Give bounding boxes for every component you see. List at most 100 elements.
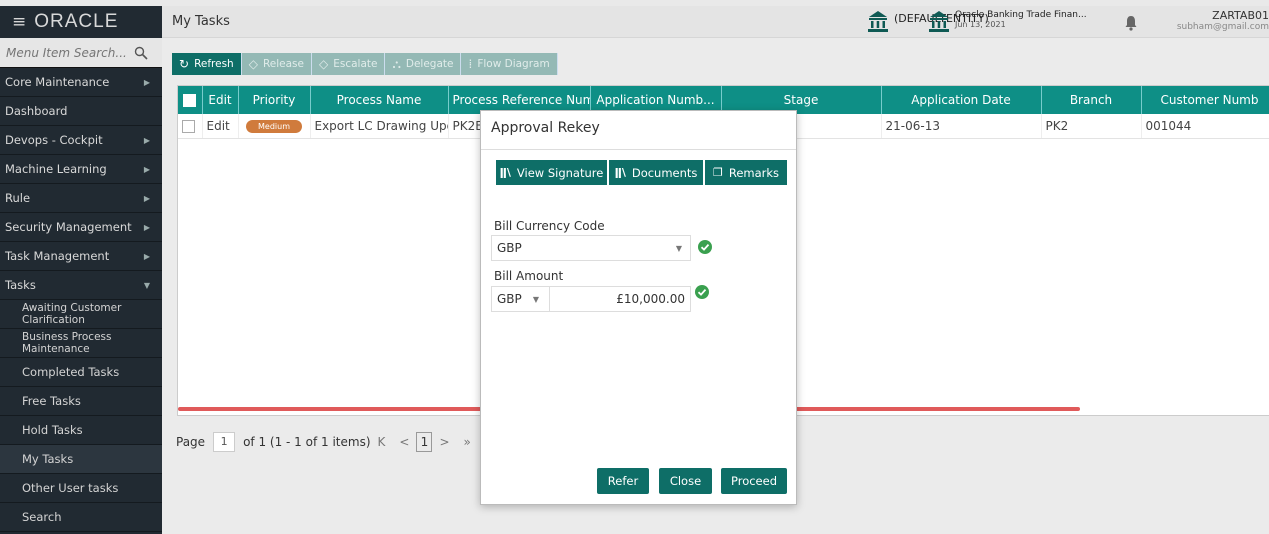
select-all-checkbox[interactable] (178, 86, 203, 114)
user-menu[interactable]: ZARTAB01 subham@gmail.com (1149, 9, 1269, 32)
page-of: of 1 (243, 435, 267, 449)
bill-currency-value: GBP (497, 241, 522, 255)
dropdown-caret-icon: ▼ (675, 243, 682, 253)
release-button[interactable]: ◇ Release (241, 53, 312, 75)
refer-button[interactable]: Refer (597, 468, 649, 494)
chevron-right-icon: ▶ (143, 135, 150, 145)
page-title: My Tasks (172, 14, 230, 29)
sidebar-item-tasks[interactable]: Tasks ▼ (0, 271, 162, 300)
col-header-process-name[interactable]: Process Name (310, 86, 449, 114)
documents-button[interactable]: ǁ\ Documents (609, 160, 703, 185)
valid-check-icon (695, 285, 709, 299)
bill-amount-field: GBP ▼ £10,000.00 (491, 286, 691, 312)
chevron-right-icon: ▶ (143, 77, 150, 87)
view-signature-button[interactable]: ǁ\ View Signature (496, 160, 607, 185)
bank-icon (868, 11, 888, 32)
sidebar-item-devops-cockpit[interactable]: Devops - Cockpit ▶ (0, 126, 162, 155)
prev-page-icon[interactable]: < (399, 435, 409, 449)
library-icon: ǁ\ (614, 166, 626, 179)
col-header-edit[interactable]: Edit (202, 86, 239, 114)
task-toolbar: ↻ Refresh ◇ Release ◇ Escalate ⛬ Delegate ⁞ F… (172, 53, 558, 75)
bill-amount-input[interactable]: £10,000.00 (550, 287, 690, 311)
application-date-cell: 21-06-13 (881, 114, 1042, 139)
flow-diagram-button[interactable]: ⁞ Flow Diagram (461, 53, 558, 75)
edit-link[interactable]: Edit (202, 114, 239, 139)
bell-icon[interactable] (1124, 15, 1138, 31)
oracle-logo: ORACLE (34, 11, 119, 32)
chevron-down-icon: ▼ (143, 280, 150, 290)
escalate-button[interactable]: ◇ Escalate (311, 53, 386, 75)
user-email: subham@gmail.com (1176, 22, 1269, 32)
search-icon[interactable] (134, 46, 148, 60)
dialog-title: Approval Rekey (491, 120, 600, 136)
priority-cell: Medium (238, 114, 311, 139)
chevron-right-icon: ▶ (143, 193, 150, 203)
sidebar-subitem-other-user-tasks[interactable]: Other User tasks (0, 474, 162, 503)
customer-number-cell: 001044 (1141, 114, 1269, 139)
col-header-priority[interactable]: Priority (238, 86, 311, 114)
sidebar-item-rule[interactable]: Rule ▶ (0, 184, 162, 213)
sidebar-subitem-search[interactable]: Search (0, 503, 162, 532)
dialog-tabs: ǁ\ View Signature ǁ\ Documents ❐ Remarks (496, 160, 789, 185)
bill-currency-label: Bill Currency Code (494, 219, 605, 233)
bank-icon (929, 11, 949, 32)
close-button[interactable]: Close (659, 468, 712, 494)
priority-badge: Medium (246, 120, 302, 134)
row-checkbox[interactable] (178, 114, 203, 139)
hamburger-menu-icon[interactable]: ≡ (12, 12, 26, 32)
chevron-right-icon: ▶ (143, 222, 150, 232)
page-items-summary: (1 - 1 of 1 items) (269, 435, 371, 449)
next-page-icon[interactable]: > (439, 435, 449, 449)
sidebar-item-machine-learning[interactable]: Machine Learning ▶ (0, 155, 162, 184)
chevron-right-icon: ▶ (143, 164, 150, 174)
dropdown-caret-icon: ▼ (532, 294, 539, 304)
bill-amount-label: Bill Amount (494, 269, 564, 283)
sidebar-subitem-my-tasks[interactable]: My Tasks (0, 445, 162, 474)
col-header-branch[interactable]: Branch (1041, 86, 1142, 114)
bank-selector[interactable]: Oracle Banking Trade Finan... Jun 13, 20… (929, 10, 1087, 32)
sidebar-subitem-hold-tasks[interactable]: Hold Tasks (0, 416, 162, 445)
escalate-icon: ◇ (318, 57, 329, 71)
bank-name: Oracle Banking Trade Finan... (955, 10, 1087, 20)
branch-cell: PK2 (1041, 114, 1142, 139)
brand-bar: ≡ ORACLE (0, 6, 162, 38)
pagination: Page 1 of 1 (1 - 1 of 1 items) K < 1 > » (176, 432, 478, 452)
proceed-button[interactable]: Proceed (721, 468, 787, 494)
page-number-input[interactable]: 1 (213, 432, 236, 452)
process-name-cell: Export LC Drawing Upd... (310, 114, 449, 139)
pager-label: Page (176, 435, 206, 449)
chevron-right-icon: ▶ (143, 251, 150, 261)
sidebar-item-dashboard[interactable]: Dashboard (0, 97, 162, 126)
user-name: ZARTAB01 (1212, 9, 1269, 22)
release-icon: ◇ (248, 57, 258, 71)
comments-icon: ❐ (712, 166, 723, 179)
sidebar-subitem-completed-tasks[interactable]: Completed Tasks (0, 358, 162, 387)
menu-search-input[interactable] (6, 45, 134, 60)
app-header: My Tasks (DEFAULTENTITY) Oracle Banking … (162, 6, 1269, 38)
sidebar-item-task-management[interactable]: Task Management ▶ (0, 242, 162, 271)
flow-diagram-icon: ⁞ (468, 57, 473, 71)
dialog-divider (481, 149, 796, 150)
first-page-icon[interactable]: K (378, 435, 386, 449)
delegate-icon: ⛬ (392, 56, 401, 71)
current-page-button[interactable]: 1 (416, 432, 433, 452)
sidebar-item-core-maintenance[interactable]: Core Maintenance ▶ (0, 68, 162, 97)
approval-rekey-dialog: Approval Rekey ǁ\ View Signature ǁ\ Docume… (480, 110, 797, 505)
delegate-button[interactable]: ⛬ Delegate (385, 53, 462, 75)
library-icon: ǁ\ (499, 166, 511, 179)
sidebar-item-security-management[interactable]: Security Management ▶ (0, 213, 162, 242)
sidebar-subitem-free-tasks[interactable]: Free Tasks (0, 387, 162, 416)
bill-currency-select[interactable]: GBP ▼ (491, 235, 691, 261)
bank-date: Jun 13, 2021 (955, 20, 1006, 29)
col-header-application-date[interactable]: Application Date (881, 86, 1042, 114)
sidebar-subitem-business-process-maintenance[interactable]: Business Process Maintenance (0, 329, 162, 358)
refresh-button[interactable]: ↻ Refresh (172, 53, 242, 75)
refresh-icon: ↻ (179, 57, 190, 71)
remarks-button[interactable]: ❐ Remarks (705, 160, 787, 185)
col-header-customer-number[interactable]: Customer Numb (1141, 86, 1269, 114)
sidebar-subitem-awaiting-customer-clarification[interactable]: Awaiting Customer Clarification (0, 300, 162, 329)
valid-check-icon (698, 240, 712, 254)
last-page-icon[interactable]: » (464, 435, 471, 449)
bill-amount-currency-select[interactable]: GBP ▼ (492, 287, 550, 311)
menu-search (0, 38, 162, 68)
